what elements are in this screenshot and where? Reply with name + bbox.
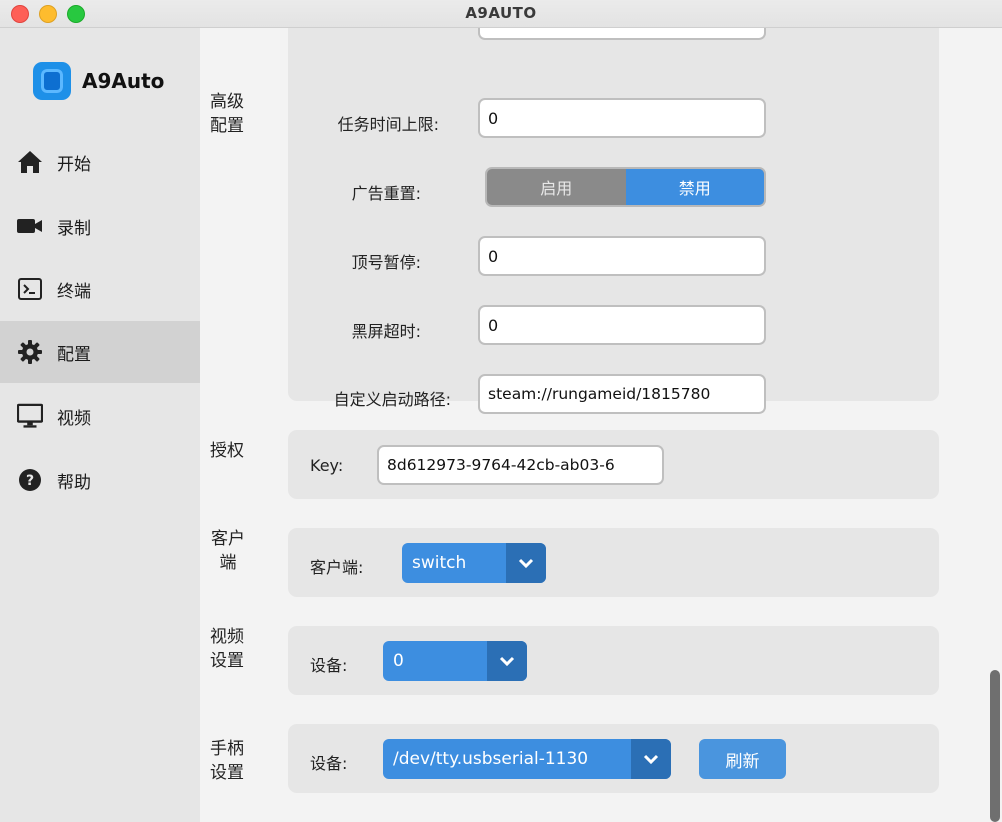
section-label-client: 客户端 xyxy=(211,529,245,573)
custom-launch-path-input[interactable] xyxy=(478,374,766,414)
chevron-down-icon xyxy=(506,543,546,583)
custom-launch-path-label: 自定义启动路径: xyxy=(333,390,451,409)
sidebar-item-config[interactable]: 配置 xyxy=(0,321,200,383)
ad-reset-disable-option[interactable]: 禁用 xyxy=(625,169,764,205)
brand-name: A9Auto xyxy=(82,69,165,93)
help-icon: ? xyxy=(17,467,43,493)
video-device-select-value: 0 xyxy=(393,651,404,671)
auth-card: Key: xyxy=(288,430,939,499)
video-camera-icon xyxy=(17,213,43,239)
chevron-down-icon xyxy=(487,641,527,681)
client-select-value: switch xyxy=(412,553,467,573)
brand: A9Auto xyxy=(33,62,164,100)
gear-icon xyxy=(17,339,43,365)
client-select[interactable]: switch xyxy=(402,543,546,583)
gamepad-device-select[interactable]: /dev/tty.usbserial-1130 xyxy=(383,739,671,779)
sidebar-item-label: 终端 xyxy=(57,281,91,302)
top-pause-label: 顶号暂停: xyxy=(351,253,421,272)
refresh-button[interactable]: 刷新 xyxy=(699,739,786,779)
video-card: 设备: 0 xyxy=(288,626,939,695)
black-screen-timeout-label: 黑屏超时: xyxy=(351,322,421,341)
sidebar-item-start[interactable]: 开始 xyxy=(0,131,200,193)
task-time-limit-input[interactable] xyxy=(478,98,766,138)
chevron-down-icon xyxy=(631,739,671,779)
client-card: 客户端: switch xyxy=(288,528,939,597)
home-icon xyxy=(17,149,43,175)
monitor-icon xyxy=(17,403,43,429)
section-label-gamepad: 手柄设置 xyxy=(210,739,244,783)
sidebar-item-label: 开始 xyxy=(57,154,91,175)
ad-reset-label: 广告重置: xyxy=(351,184,421,203)
app-logo-icon xyxy=(33,62,71,100)
video-device-select[interactable]: 0 xyxy=(383,641,527,681)
section-label-video: 视频设置 xyxy=(210,627,244,671)
sidebar-item-label: 配置 xyxy=(57,344,91,365)
top-pause-input[interactable] xyxy=(478,236,766,276)
advanced-config-card: 任务时间上限: 广告重置: 启用 禁用 顶号暂停: 黑屏超时: 自定义启动路径: xyxy=(288,28,939,414)
video-device-label: 设备: xyxy=(310,656,348,675)
ad-reset-enable-option[interactable]: 启用 xyxy=(487,169,626,205)
black-screen-timeout-input[interactable] xyxy=(478,305,766,345)
cropped-input-field[interactable] xyxy=(478,28,766,40)
window-title: A9AUTO xyxy=(465,4,537,22)
sidebar-item-label: 视频 xyxy=(57,408,91,429)
sidebar-item-help[interactable]: ? 帮助 xyxy=(0,449,200,511)
title-bar: A9AUTO xyxy=(0,0,1002,28)
task-time-limit-label: 任务时间上限: xyxy=(337,115,439,134)
sidebar-item-label: 录制 xyxy=(57,218,91,239)
sidebar-item-record[interactable]: 录制 xyxy=(0,195,200,257)
svg-text:?: ? xyxy=(26,473,34,489)
vertical-scrollbar[interactable] xyxy=(990,670,1000,822)
ad-reset-toggle[interactable]: 启用 禁用 xyxy=(485,167,766,207)
gamepad-device-label: 设备: xyxy=(310,754,348,773)
config-panel: 高级配置 任务时间上限: 广告重置: 启用 禁用 顶号暂停: 黑屏超时: 自定义… xyxy=(200,28,1002,822)
terminal-icon xyxy=(17,276,43,302)
client-field-label: 客户端: xyxy=(310,558,364,577)
license-key-input[interactable] xyxy=(377,445,664,485)
section-label-advanced: 高级配置 xyxy=(210,92,244,136)
gamepad-card: 设备: /dev/tty.usbserial-1130 刷新 xyxy=(288,724,939,793)
key-label: Key: xyxy=(310,456,344,475)
sidebar-item-terminal[interactable]: 终端 xyxy=(0,258,200,320)
section-label-auth: 授权 xyxy=(210,441,244,461)
gamepad-device-select-value: /dev/tty.usbserial-1130 xyxy=(393,749,589,769)
sidebar: A9Auto 开始 录制 终端 配置 视频 ? 帮助 xyxy=(0,28,200,822)
sidebar-item-label: 帮助 xyxy=(57,472,91,493)
sidebar-item-video[interactable]: 视频 xyxy=(0,385,200,447)
